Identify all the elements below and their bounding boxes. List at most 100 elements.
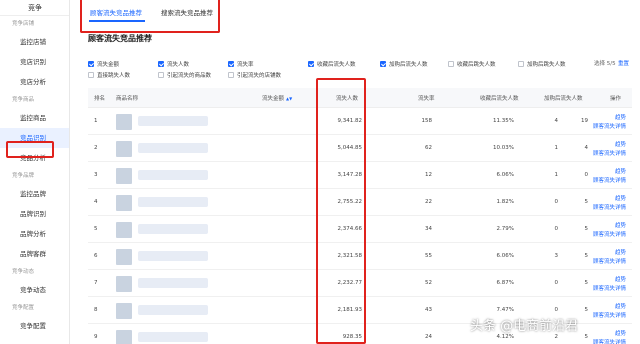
trend-link[interactable]: 趋势 (615, 302, 626, 310)
metric-checkbox-direct-bounce[interactable]: 直接跳失人数 (88, 71, 130, 79)
sidebar-item-monitor-product[interactable]: 监控商品 (0, 108, 69, 128)
fav-cell: 1 (554, 145, 559, 151)
checkbox-icon (228, 72, 234, 78)
loss-detail-link[interactable]: 顾客流失详情 (593, 203, 626, 211)
sidebar-group-label: 竞争品牌 (12, 173, 35, 179)
metric-label: 流失人数 (167, 62, 190, 68)
sidebar-item-brand-audience[interactable]: 品牌客群 (0, 244, 69, 264)
count-cell: 158 (421, 118, 433, 124)
rate-cell: 10.03% (493, 145, 514, 151)
product-name[interactable] (138, 332, 208, 342)
metric-label: 收藏后流失人数 (317, 62, 356, 68)
trend-link[interactable]: 趋势 (615, 194, 626, 202)
product-name[interactable] (138, 170, 208, 180)
metric-checkbox-loss-rate[interactable]: 流失率 (228, 60, 254, 68)
product-thumbnail (116, 222, 132, 238)
product-thumbnail (116, 303, 132, 319)
column-header-amount[interactable]: 流失金额 ▲▼ (262, 94, 292, 102)
metric-label: 引起流失的店铺数 (237, 73, 282, 79)
product-name[interactable] (138, 197, 208, 207)
rate-cell: 6.06% (496, 253, 514, 259)
metric-checkbox-loss-amount[interactable]: 流失金额 (88, 60, 119, 68)
loss-detail-link[interactable]: 顾客流失详情 (593, 284, 626, 292)
rank-cell: 3 (94, 172, 98, 178)
main-content: 顾客流失竞品推荐 流失金额 流失人数 流失率 收藏后流失人数 加购后流失人数 收… (72, 0, 640, 344)
trend-link[interactable]: 趋势 (615, 275, 626, 283)
sidebar-item-competition-config[interactable]: 竞争配置 (0, 316, 69, 336)
column-header-rate[interactable]: 流失率 (418, 94, 435, 102)
sidebar-group-label: 竞争配置 (12, 305, 35, 311)
watermark: 头条 @电商前沿君 (470, 319, 579, 334)
rank-cell: 2 (94, 145, 98, 151)
sidebar: 竞争 竞争店铺 监控店铺 竞店识别 竞店分析 竞争商品 监控商品 竞品识别 竞品… (0, 0, 70, 344)
loss-detail-link[interactable]: 顾客流失详情 (593, 149, 626, 157)
product-name[interactable] (138, 305, 208, 315)
product-thumbnail (116, 114, 132, 130)
rank-cell: 1 (94, 118, 98, 124)
rate-cell: 11.35% (493, 118, 514, 124)
sidebar-item-brand-identify[interactable]: 品牌识别 (0, 204, 69, 224)
trend-link[interactable]: 趋势 (615, 140, 626, 148)
loss-detail-link[interactable]: 顾客流失详情 (593, 311, 626, 319)
page-title: 顾客流失竞品推荐 (88, 34, 152, 43)
sidebar-group-label: 竞争动态 (12, 269, 35, 275)
product-thumbnail (116, 330, 132, 344)
metric-checkbox-loss-count[interactable]: 流失人数 (158, 60, 189, 68)
trend-link[interactable]: 趋势 (615, 113, 626, 121)
rate-cell: 2.79% (496, 226, 514, 232)
metric-checkbox-cart-loss[interactable]: 加购后流失人数 (380, 60, 428, 68)
count-cell: 43 (425, 307, 432, 313)
highlight-box (316, 78, 366, 344)
metric-checkbox-fav-loss[interactable]: 收藏后流失人数 (308, 60, 356, 68)
checkbox-icon (448, 61, 454, 67)
product-name[interactable] (138, 278, 208, 288)
metric-checkbox-loss-shop-count[interactable]: 引起流失的店铺数 (228, 71, 281, 79)
product-name[interactable] (138, 116, 208, 126)
product-thumbnail (116, 276, 132, 292)
loss-detail-link[interactable]: 顾客流失详情 (593, 122, 626, 130)
cart-cell: 5 (584, 307, 589, 313)
trend-link[interactable]: 趋势 (615, 329, 626, 337)
rate-cell: 1.82% (496, 199, 514, 205)
checkbox-icon (518, 61, 524, 67)
metric-checkbox-fav-bounce[interactable]: 收藏后跳失人数 (448, 60, 496, 68)
product-name[interactable] (138, 224, 208, 234)
product-name[interactable] (138, 143, 208, 153)
count-cell: 52 (425, 280, 432, 286)
rank-cell: 7 (94, 280, 98, 286)
cart-cell: 0 (584, 172, 589, 178)
trend-link[interactable]: 趋势 (615, 167, 626, 175)
sidebar-item-brand-analysis[interactable]: 品牌分析 (0, 224, 69, 244)
loss-detail-link[interactable]: 顾客流失详情 (593, 257, 626, 265)
rank-cell: 4 (94, 199, 98, 205)
checkbox-icon (380, 61, 386, 67)
metric-checkbox-cart-bounce[interactable]: 加购后跳失人数 (518, 60, 566, 68)
sidebar-item-competition-news[interactable]: 竞争动态 (0, 280, 69, 300)
loss-detail-link[interactable]: 顾客流失详情 (593, 230, 626, 238)
count-cell: 62 (425, 145, 432, 151)
product-thumbnail (116, 168, 132, 184)
reset-button[interactable]: 重置 (618, 59, 629, 67)
loss-detail-link[interactable]: 顾客流失详情 (593, 176, 626, 184)
sidebar-item-shop-identify[interactable]: 竞店识别 (0, 52, 69, 72)
product-name[interactable] (138, 251, 208, 261)
column-header-cart[interactable]: 加购后流失人数 (544, 94, 583, 102)
metric-checkbox-loss-product-count[interactable]: 引起流失的商品数 (158, 71, 211, 79)
sidebar-item-shop-analysis[interactable]: 竞店分析 (0, 72, 69, 92)
rank-cell: 8 (94, 307, 98, 313)
loss-detail-link[interactable]: 顾客流失详情 (593, 338, 626, 344)
sidebar-item-monitor-brand[interactable]: 监控品牌 (0, 184, 69, 204)
trend-link[interactable]: 趋势 (615, 221, 626, 229)
metric-label: 流失金额 (97, 62, 120, 68)
column-header-label: 流失金额 (262, 96, 285, 102)
fav-cell: 0 (554, 199, 559, 205)
selection-count: 选择 5/5 (594, 61, 616, 67)
rate-cell: 7.47% (496, 307, 514, 313)
sidebar-item-monitor-shop[interactable]: 监控店铺 (0, 32, 69, 52)
metric-label: 加购后跳失人数 (527, 62, 566, 68)
trend-link[interactable]: 趋势 (615, 248, 626, 256)
fav-cell: 1 (554, 172, 559, 178)
fav-cell: 2 (554, 334, 559, 340)
column-header-fav[interactable]: 收藏后流失人数 (480, 94, 519, 102)
fav-cell: 0 (554, 280, 559, 286)
